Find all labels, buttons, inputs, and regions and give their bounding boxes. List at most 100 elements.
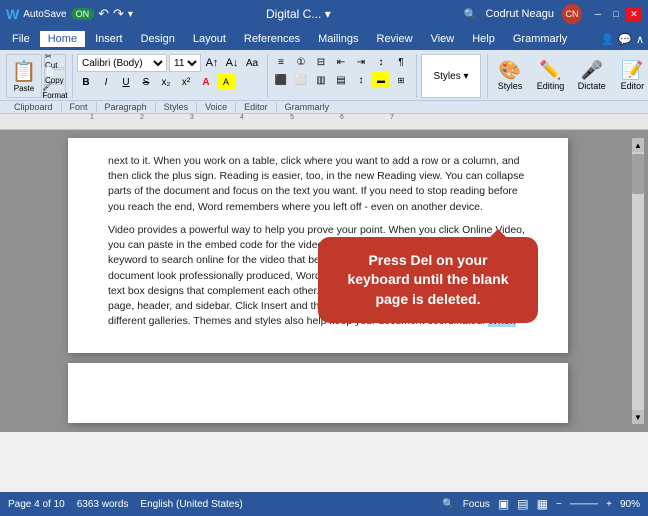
subscript-button[interactable]: x₂	[157, 74, 175, 90]
multilevel-button[interactable]: ⊟	[312, 54, 330, 70]
clipboard-sub: ✂ Cut 📄 Copy 🖌 Format	[44, 54, 66, 98]
menu-grammarly[interactable]: Grammarly	[505, 31, 575, 47]
justify-button[interactable]: ▤	[332, 72, 350, 88]
paragraph-row-1: ≡ ① ⊟ ⇤ ⇥ ↕ ¶	[272, 54, 410, 70]
styles-gallery[interactable]: Styles ▾	[421, 54, 481, 98]
dictate-button[interactable]: 🎤 Dictate	[573, 54, 610, 98]
menu-mailings[interactable]: Mailings	[310, 31, 366, 47]
maximize-button[interactable]: □	[608, 7, 624, 21]
styles-group: Styles ▾	[421, 54, 488, 98]
font-color-button[interactable]: A	[197, 74, 215, 90]
dictate-label: Dictate	[578, 81, 606, 91]
window-controls: ─ □ ✕	[590, 7, 642, 21]
styles-label: Styles	[498, 81, 523, 91]
pages-container: next to it. When you work on a table, cl…	[4, 138, 644, 423]
font-size-select[interactable]: 11	[169, 54, 201, 72]
increase-indent-button[interactable]: ⇥	[352, 54, 370, 70]
comments-icon[interactable]: 💬	[618, 33, 632, 46]
ruler: 1 2 3 4 5 6 7	[0, 114, 648, 130]
editor-section-label: Editor	[236, 102, 277, 112]
status-right: 🔍 Focus ▣ ▤ ▦ − ──── + 90%	[442, 497, 640, 511]
border-button[interactable]: ⊞	[392, 72, 410, 88]
highlight-button[interactable]: A	[217, 74, 235, 90]
user-name: Codrut Neagu	[485, 8, 554, 20]
decrease-font-button[interactable]: A↓	[223, 55, 241, 71]
ruler-mark-1: 1	[90, 114, 94, 121]
editing-label: Editing	[537, 81, 565, 91]
ruler-mark-7: 7	[390, 114, 394, 121]
bold-button[interactable]: B	[77, 74, 95, 90]
decrease-indent-button[interactable]: ⇤	[332, 54, 350, 70]
minimize-button[interactable]: ─	[590, 7, 606, 21]
ruler-mark-4: 4	[240, 114, 244, 121]
font-section-label: Font	[62, 102, 97, 112]
align-left-button[interactable]: ⬛	[272, 72, 290, 88]
italic-button[interactable]: I	[97, 74, 115, 90]
dictate-icon: 🎤	[580, 61, 602, 79]
autosave-toggle[interactable]: ON	[71, 8, 95, 20]
zoom-level: 90%	[620, 499, 640, 510]
copy-button[interactable]: 📄 Copy	[44, 69, 66, 83]
word-logo-icon: W	[6, 6, 19, 22]
redo-icon[interactable]: ↷	[113, 6, 124, 22]
format-painter-button[interactable]: 🖌 Format	[44, 84, 66, 98]
close-button[interactable]: ✕	[626, 7, 642, 21]
status-left: Page 4 of 10 6363 words English (United …	[8, 499, 243, 510]
document-page[interactable]: next to it. When you work on a table, cl…	[68, 138, 568, 353]
layout-icon-1[interactable]: ▣	[498, 497, 509, 511]
editor-button[interactable]: 📝 Editor	[614, 54, 648, 98]
doc-wrapper: ▲ ▼ next to it. When you work on a table…	[4, 138, 644, 424]
zoom-slider[interactable]: ────	[570, 499, 598, 510]
show-marks-button[interactable]: ¶	[392, 54, 410, 70]
status-bar: Page 4 of 10 6363 words English (United …	[0, 492, 648, 516]
numbering-button[interactable]: ①	[292, 54, 310, 70]
menu-home[interactable]: Home	[40, 31, 85, 47]
menu-view[interactable]: View	[423, 31, 463, 47]
align-right-button[interactable]: ▥	[312, 72, 330, 88]
title-bar-left: W AutoSave ON ↶ ↷ ▾	[6, 6, 133, 22]
editing-button[interactable]: ✏️ Editing	[532, 54, 569, 98]
search-icon[interactable]: 🔍	[464, 8, 478, 21]
ribbon: 📋 Paste ✂ Cut 📄 Copy 🖌 Format Calibri (B…	[0, 50, 648, 101]
scroll-track[interactable]	[632, 152, 644, 410]
menu-insert[interactable]: Insert	[87, 31, 131, 47]
scroll-up-button[interactable]: ▲	[632, 138, 644, 152]
font-family-select[interactable]: Calibri (Body)	[77, 54, 167, 72]
layout-icon-2[interactable]: ▤	[517, 497, 528, 511]
scroll-down-button[interactable]: ▼	[632, 410, 644, 424]
menu-right: 👤 💬 ∧	[601, 33, 644, 46]
menu-help[interactable]: Help	[464, 31, 503, 47]
undo-icon[interactable]: ↶	[98, 6, 109, 22]
focus-icon[interactable]: 🔍	[442, 499, 454, 510]
menu-file[interactable]: File	[4, 31, 38, 47]
bullets-button[interactable]: ≡	[272, 54, 290, 70]
increase-font-button[interactable]: A↑	[203, 55, 221, 71]
menu-review[interactable]: Review	[369, 31, 421, 47]
menu-references[interactable]: References	[236, 31, 308, 47]
sort-button[interactable]: ↕	[372, 54, 390, 70]
zoom-minus-button[interactable]: −	[556, 499, 562, 510]
align-center-button[interactable]: ⬜	[292, 72, 310, 88]
share-icon[interactable]: 👤	[601, 33, 615, 46]
layout-icon-3[interactable]: ▦	[537, 497, 548, 511]
autosave-label: AutoSave	[23, 9, 66, 20]
shading-button[interactable]: ▬	[372, 72, 390, 88]
ribbon-collapse-icon[interactable]: ∧	[636, 33, 644, 46]
menu-design[interactable]: Design	[133, 31, 183, 47]
vertical-scrollbar[interactable]: ▲ ▼	[632, 138, 644, 424]
menu-layout[interactable]: Layout	[185, 31, 234, 47]
strikethrough-button[interactable]: S	[137, 74, 155, 90]
superscript-button[interactable]: x²	[177, 74, 195, 90]
line-spacing-button[interactable]: ↕	[352, 72, 370, 88]
zoom-plus-button[interactable]: +	[606, 499, 612, 510]
paste-button[interactable]: 📋 Paste	[6, 54, 42, 98]
section-labels: Clipboard Font Paragraph Styles Voice Ed…	[0, 101, 648, 114]
cut-button[interactable]: ✂ Cut	[44, 54, 66, 68]
scroll-thumb[interactable]	[632, 154, 644, 194]
focus-label[interactable]: Focus	[463, 499, 490, 510]
change-case-button[interactable]: Aa	[243, 55, 261, 71]
underline-button[interactable]: U	[117, 74, 135, 90]
right-ribbon-group: 🎨 Styles ✏️ Editing 🎤 Dictate 📝 Editor 1…	[492, 54, 648, 98]
customize-qat-icon[interactable]: ▾	[128, 9, 133, 20]
styles-button[interactable]: 🎨 Styles	[492, 54, 528, 98]
